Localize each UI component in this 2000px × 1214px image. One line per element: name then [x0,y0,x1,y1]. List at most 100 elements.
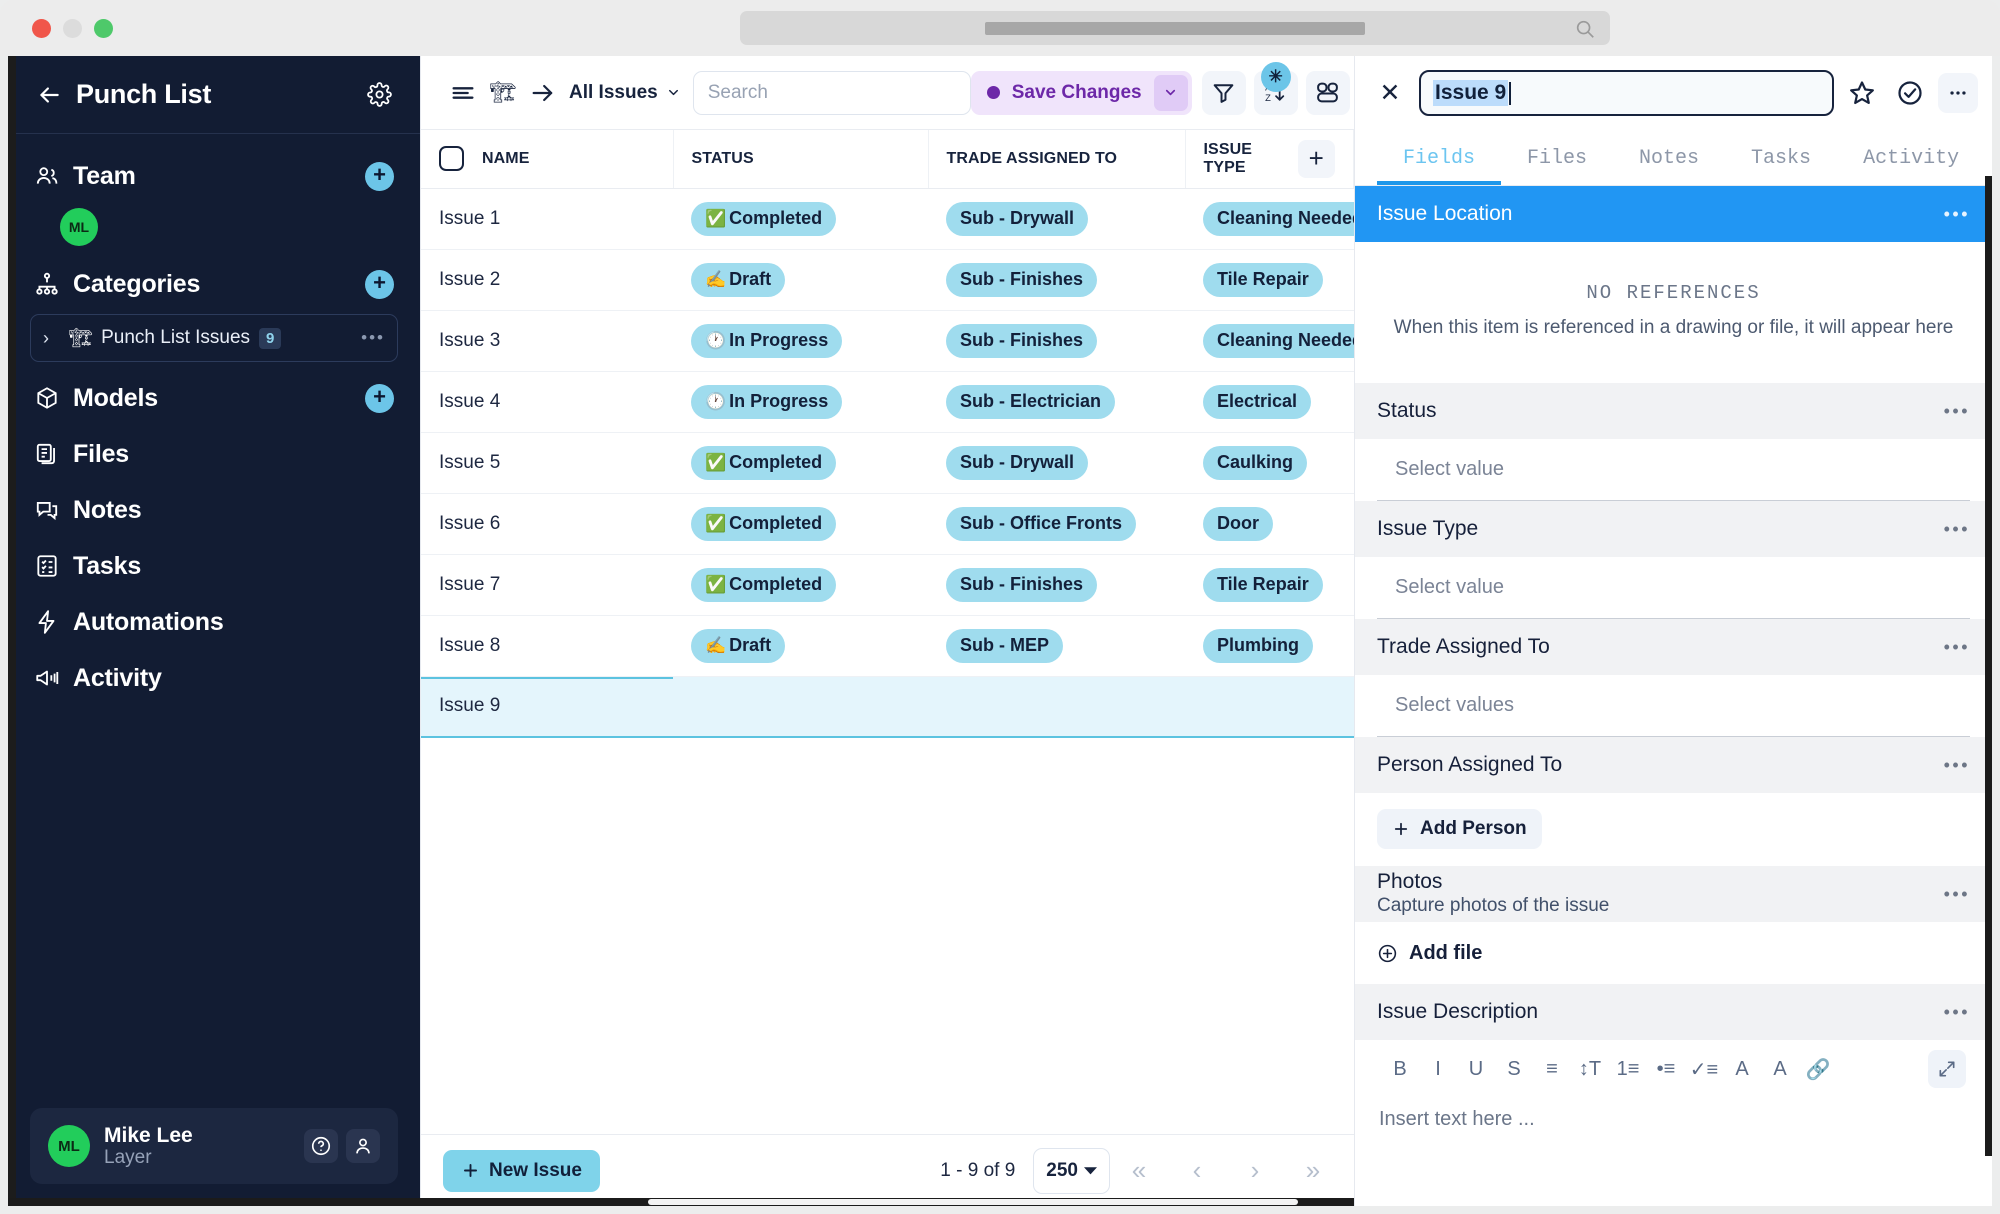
cell-trade[interactable]: Sub - Office Fronts [928,493,1185,555]
bullet-list-icon[interactable]: •≡ [1647,1050,1685,1088]
sidebar-item-files[interactable]: Files [30,426,398,482]
underline-icon[interactable]: U [1457,1050,1495,1088]
cell-trade[interactable]: Sub - Drywall [928,432,1185,494]
column-header-name[interactable]: NAME [421,130,674,189]
cell-status[interactable]: ✅ Completed [673,188,928,250]
add-column-button[interactable]: + [1297,139,1335,178]
highlight-icon[interactable]: A [1761,1050,1799,1088]
add-category-button[interactable]: + [365,269,394,299]
text-color-icon[interactable]: A [1723,1050,1761,1088]
sidebar-item-tasks[interactable]: Tasks [30,538,398,594]
minimize-window-button[interactable] [63,18,82,38]
category-more-icon[interactable]: ••• [361,328,385,348]
search-input[interactable]: Search [692,70,971,115]
cell-status[interactable] [673,676,928,738]
cell-trade[interactable]: Sub - Finishes [928,249,1185,311]
add-team-member-button[interactable]: + [365,161,394,191]
cell-issue-type[interactable]: Tile Repair [1185,249,1354,311]
field-header-photos[interactable]: Photos Capture photos of the issue ••• [1355,866,1992,922]
field-header-trade-assigned-to[interactable]: Trade Assigned To ••• [1355,619,1992,675]
cell-status[interactable]: ✍️ Draft [673,615,928,677]
table-row[interactable]: Issue 7 ✅ Completed Sub - Finishes Tile Repa… [421,554,1354,616]
trade-assigned-select[interactable]: Select values [1377,675,1970,737]
field-header-issue-location[interactable]: Issue Location ••• [1355,186,1992,242]
column-header-status[interactable]: STATUS [673,130,929,189]
cell-trade[interactable]: Sub - Finishes [928,310,1185,372]
cell-issue-type[interactable] [1185,676,1354,738]
cell-issue-type[interactable]: Caulking [1185,432,1354,494]
add-person-button[interactable]: Add Person [1377,809,1542,849]
table-row[interactable]: Issue 9 [421,676,1354,738]
field-more-icon[interactable]: ••• [1944,637,1970,658]
add-model-button[interactable]: + [365,383,394,413]
table-row[interactable]: Issue 4 🕐 In Progress Sub - Electrician Elec… [421,371,1354,433]
field-more-icon[interactable]: ••• [1944,884,1970,905]
tab-notes[interactable]: Notes [1613,147,1725,185]
cell-trade[interactable]: Sub - Electrician [928,371,1185,433]
table-row[interactable]: Issue 6 ✅ Completed Sub - Office Fronts Door [421,493,1354,555]
tab-tasks[interactable]: Tasks [1725,147,1837,185]
chevron-right-icon[interactable]: › [43,328,65,349]
field-more-icon[interactable]: ••• [1944,519,1970,540]
field-more-icon[interactable]: ••• [1944,1002,1970,1023]
cell-name[interactable]: Issue 4 [421,371,673,433]
maximize-window-button[interactable] [94,18,113,38]
field-header-status[interactable]: Status ••• [1355,383,1992,439]
field-header-person-assigned-to[interactable]: Person Assigned To ••• [1355,737,1992,793]
cell-status[interactable]: 🕐 In Progress [673,371,928,433]
table-row[interactable]: Issue 5 ✅ Completed Sub - Drywall Caulking [421,432,1354,494]
detail-panel-scrollbar[interactable] [1985,176,1992,1156]
cell-name[interactable]: Issue 7 [421,554,673,616]
cell-name[interactable]: Issue 6 [421,493,673,555]
column-header-trade[interactable]: TRADE ASSIGNED TO [928,130,1186,189]
close-icon[interactable]: ✕ [1369,72,1411,114]
description-editor[interactable]: Insert text here ... [1377,1098,1970,1131]
cell-status[interactable]: ✅ Completed [673,554,928,616]
italic-icon[interactable]: I [1419,1050,1457,1088]
save-changes-button[interactable]: Save Changes [970,70,1192,115]
new-issue-button[interactable]: New Issue [443,1149,600,1192]
select-all-checkbox[interactable] [439,146,464,172]
table-row[interactable]: Issue 3 🕐 In Progress Sub - Finishes Cleanin… [421,310,1354,372]
cell-name[interactable]: Issue 2 [421,249,673,311]
sidebar-item-team[interactable]: Team + [30,148,398,204]
star-icon[interactable] [1842,73,1882,113]
sidebar-item-notes[interactable]: Notes [30,482,398,538]
sidebar-scrollbar[interactable] [8,56,16,1206]
cell-trade[interactable]: Sub - MEP [928,615,1185,677]
sidebar-item-categories[interactable]: Categories + [30,256,398,312]
link-icon[interactable]: 🔗 [1799,1050,1837,1088]
cell-status[interactable]: ✍️ Draft [673,249,928,311]
issue-type-select[interactable]: Select value [1377,557,1970,619]
cell-status[interactable]: ✅ Completed [673,493,928,555]
person-icon[interactable] [346,1129,380,1163]
sidebar-category-punch-list-issues[interactable]: › 🏗 Punch List Issues 9 ••• [30,314,398,362]
field-more-icon[interactable]: ••• [1944,755,1970,776]
prev-page-button[interactable]: ‹ [1168,1146,1226,1196]
line-height-icon[interactable]: ↕T [1571,1050,1609,1088]
avatar[interactable]: ML [60,208,98,246]
add-file-button[interactable]: Add file [1377,922,1970,984]
table-row[interactable]: Issue 2 ✍️ Draft Sub - Finishes Tile Repair [421,249,1354,311]
question-circle-icon[interactable] [304,1129,338,1163]
page-size-selector[interactable]: 250 [1033,1147,1110,1194]
cell-issue-type[interactable]: Electrical [1185,371,1354,433]
issue-title-input[interactable]: Issue 9 [1419,70,1834,116]
status-select[interactable]: Select value [1377,439,1970,501]
next-page-button[interactable]: › [1226,1146,1284,1196]
checklist-icon[interactable]: ✓≡ [1685,1050,1723,1088]
arrow-left-icon[interactable] [34,80,64,110]
cell-issue-type[interactable]: Plumbing [1185,615,1354,677]
cell-name[interactable]: Issue 3 [421,310,673,372]
tab-files[interactable]: Files [1501,147,1613,185]
cell-issue-type[interactable]: Cleaning Needed [1185,310,1354,372]
last-page-button[interactable]: » [1284,1146,1342,1196]
cell-status[interactable]: ✅ Completed [673,432,928,494]
check-circle-icon[interactable] [1890,73,1930,113]
tab-fields[interactable]: Fields [1377,147,1502,185]
user-profile[interactable]: ML Mike Lee Layer [30,1108,398,1184]
gear-icon[interactable] [364,80,394,110]
cell-issue-type[interactable]: Door [1185,493,1354,555]
cell-issue-type[interactable]: Cleaning Needed [1185,188,1354,250]
cell-trade[interactable]: Sub - Finishes [928,554,1185,616]
